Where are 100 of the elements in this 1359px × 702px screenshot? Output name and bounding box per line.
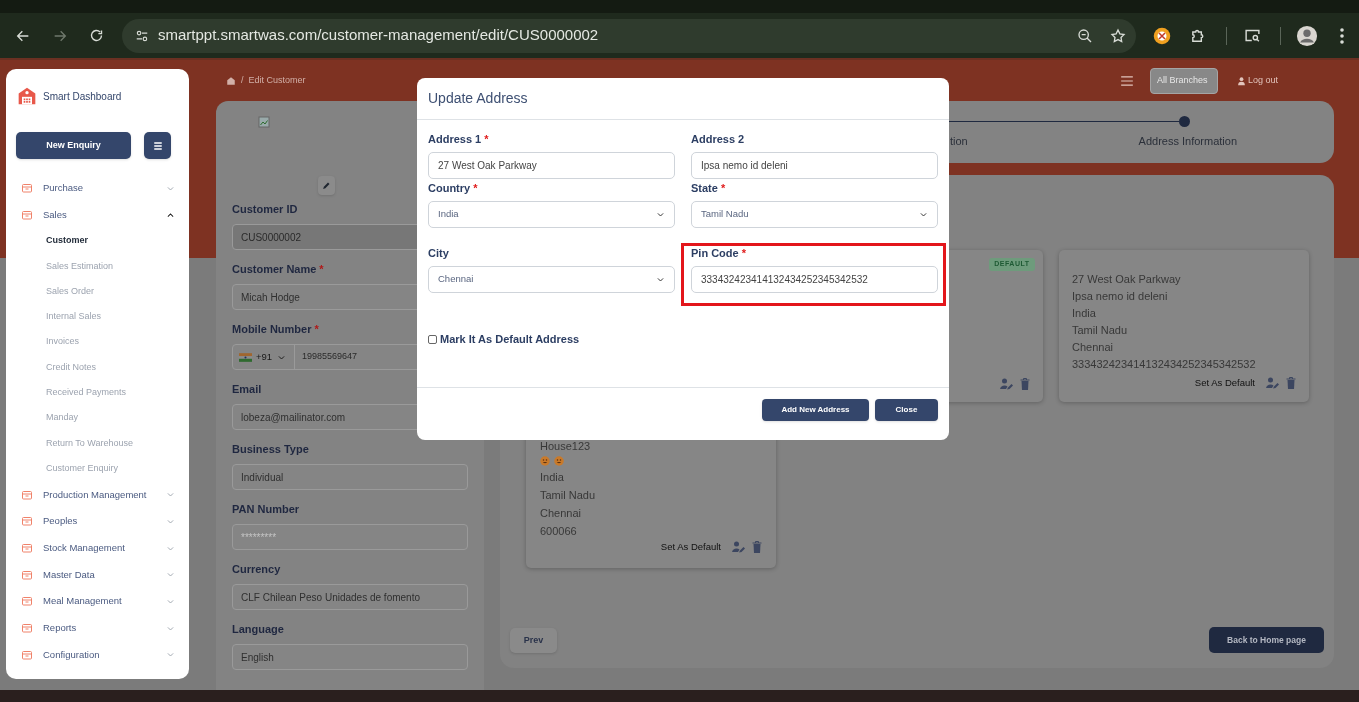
menu-icon[interactable] <box>1119 74 1134 87</box>
field-label: State <box>691 181 718 196</box>
field-label: Email <box>232 382 262 396</box>
back-home-button[interactable]: Back to Home page <box>1209 627 1324 653</box>
field-label: Customer ID <box>232 202 298 216</box>
star-icon[interactable] <box>1110 27 1126 44</box>
field-label: Business Type <box>232 442 309 456</box>
sidebar-item[interactable]: Meal Management <box>6 588 189 615</box>
select-field[interactable]: India <box>428 201 675 228</box>
logout-link[interactable]: Log out <box>1236 73 1278 88</box>
broken-image-icon <box>258 116 270 128</box>
avatar-icon[interactable] <box>1295 24 1318 47</box>
user-edit-icon[interactable] <box>732 540 745 553</box>
box-icon <box>21 182 33 195</box>
select-field[interactable]: Tamil Nadu <box>691 201 938 228</box>
add-address-button[interactable]: Add New Address <box>762 399 869 421</box>
required-mark: * <box>484 132 489 147</box>
input-field[interactable]: Individual <box>232 464 468 490</box>
smiley-icon <box>554 456 564 467</box>
field-label: Country <box>428 181 471 196</box>
extension-icon[interactable] <box>1152 26 1171 45</box>
sidebar-item[interactable]: Configuration <box>6 641 189 669</box>
input-field[interactable]: Ipsa nemo id deleni <box>691 152 938 179</box>
flag-icon <box>239 352 252 362</box>
smiley-icon <box>540 456 550 467</box>
user-icon <box>1236 75 1246 86</box>
required-mark: * <box>473 181 478 196</box>
field-label: Language <box>232 622 284 636</box>
box-icon <box>21 515 33 528</box>
reload-icon[interactable] <box>89 28 104 43</box>
field-label: Mobile Number <box>232 322 312 336</box>
sidebar-item[interactable]: Peoples <box>6 508 189 535</box>
tune-icon <box>135 28 149 43</box>
address-line: 600066 <box>540 523 578 539</box>
sidebar-item[interactable]: Stock Management <box>6 534 189 562</box>
box-icon <box>21 595 33 608</box>
sidebar-subitem[interactable]: Customer <box>6 228 189 254</box>
field-label: Customer Name <box>232 262 317 276</box>
address-line: 333432423414132434252345342532 <box>1072 357 1257 372</box>
prev-button[interactable]: Prev <box>510 628 557 653</box>
branch-select[interactable]: All Branches <box>1149 67 1218 94</box>
user-edit-icon[interactable] <box>1266 376 1279 389</box>
sidebar-item[interactable]: Master Data <box>6 561 189 589</box>
checkbox-label: Mark It As Default Address <box>440 332 580 347</box>
sidebar-item[interactable]: Sales <box>6 201 189 229</box>
new-enquiry-button[interactable]: New Enquiry <box>16 132 131 159</box>
address-line: Chennai <box>540 505 582 521</box>
box-icon <box>21 648 33 661</box>
box-icon <box>21 209 33 222</box>
trash-icon[interactable] <box>1019 378 1030 390</box>
input-field[interactable]: English <box>232 644 468 670</box>
box-icon <box>21 622 33 635</box>
chevron-down-icon <box>919 210 928 219</box>
address-line: Chennai <box>1072 340 1114 355</box>
step-label: Address Information <box>1138 134 1237 149</box>
required-mark: * <box>314 322 319 336</box>
required-mark: * <box>741 246 746 261</box>
breadcrumb-separator: / <box>241 73 244 87</box>
sidebar-item[interactable]: Purchase <box>6 175 189 202</box>
trash-icon[interactable] <box>752 540 762 553</box>
chevron-down-icon <box>656 275 665 284</box>
address-line: India <box>1072 306 1097 321</box>
set-default-link[interactable]: Set As Default <box>660 539 721 554</box>
pencil-icon <box>322 181 331 190</box>
field-label: Address 2 <box>691 132 745 147</box>
address-line: House123 <box>540 439 592 454</box>
menu-icon <box>152 140 163 151</box>
address-line: 27 West Oak Parkway <box>1072 272 1182 287</box>
close-button[interactable]: Close <box>875 399 938 421</box>
step-label: tion <box>950 134 968 149</box>
select-field[interactable]: Chennai <box>428 266 675 293</box>
input-field[interactable]: 333432423414132434252345342532 <box>691 266 938 293</box>
address-line: Ipsa nemo id deleni <box>1072 289 1169 304</box>
box-icon <box>21 568 33 581</box>
box-icon <box>21 542 33 555</box>
sidebar-item[interactable]: Production Management <box>6 481 189 509</box>
modal-title: Update Address <box>417 78 949 120</box>
input-field[interactable]: 27 West Oak Parkway <box>428 152 675 179</box>
user-edit-icon[interactable] <box>999 378 1013 390</box>
address-line: India <box>540 469 565 485</box>
field-label: Address 1 <box>428 132 482 147</box>
box-icon <box>21 488 33 501</box>
breadcrumb-item: Edit Customer <box>248 73 306 87</box>
tab-search-icon[interactable] <box>1244 27 1261 44</box>
field-label: PAN Number <box>232 502 300 516</box>
set-default-link[interactable]: Set As Default <box>1194 375 1255 390</box>
more-icon[interactable] <box>1340 27 1344 44</box>
input-field[interactable]: CLF Chilean Peso Unidades de fomento <box>232 584 468 610</box>
edit-button[interactable] <box>318 176 335 195</box>
menu-button[interactable] <box>144 132 171 159</box>
zoom-out-icon[interactable] <box>1077 27 1093 44</box>
brand-name: Smart Dashboard <box>43 89 122 104</box>
required-mark: * <box>720 181 726 196</box>
trash-icon[interactable] <box>1286 376 1296 389</box>
checkbox[interactable] <box>428 334 437 344</box>
field-label: Pin Code <box>691 246 739 261</box>
required-mark: * <box>319 262 324 276</box>
home-icon[interactable] <box>226 75 236 86</box>
warehouse-icon <box>17 86 37 106</box>
sidebar-item[interactable]: Reports <box>6 614 189 642</box>
